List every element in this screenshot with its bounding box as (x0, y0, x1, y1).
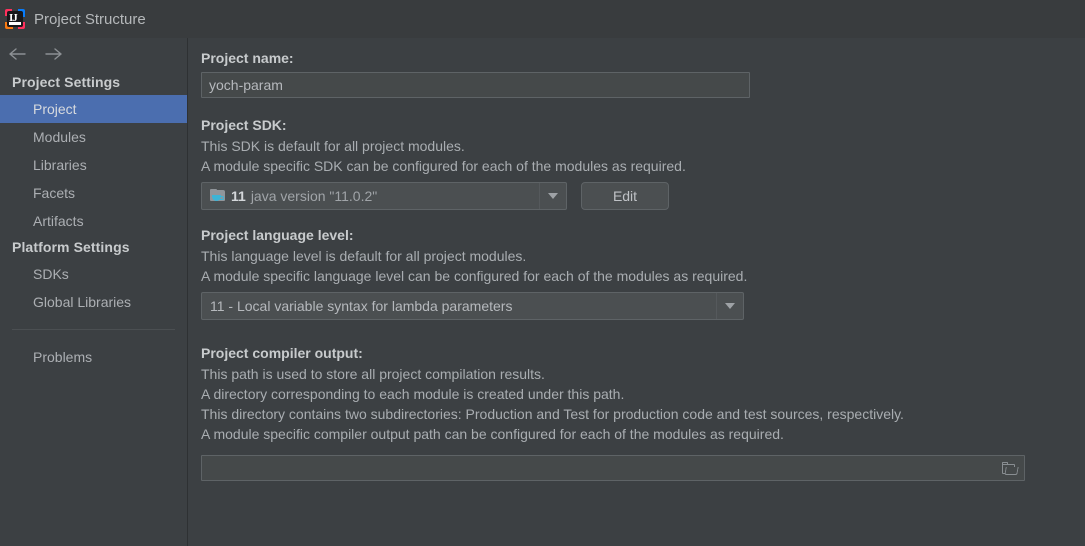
language-level-description-line-2: A module specific language level can be … (201, 268, 748, 284)
sidebar-item-problems[interactable]: Problems (0, 343, 187, 371)
project-sdk-description-line-1: This SDK is default for all project modu… (201, 138, 465, 154)
sidebar-item-modules[interactable]: Modules (0, 123, 187, 151)
compiler-output-description-line-4: A module specific compiler output path c… (201, 426, 784, 442)
compiler-output-path-input[interactable] (201, 455, 1025, 481)
compiler-output-description-line-2: A directory corresponding to each module… (201, 386, 625, 402)
sidebar-item-project[interactable]: Project (0, 95, 187, 123)
sidebar-divider (12, 329, 175, 330)
sidebar-item-facets[interactable]: Facets (0, 179, 187, 207)
chevron-down-icon[interactable] (716, 293, 743, 319)
project-settings-panel: Project name: yoch-param Project SDK: Th… (189, 38, 1085, 546)
java-sdk-folder-icon (210, 189, 226, 203)
intellij-idea-icon: IJ (5, 9, 25, 29)
folder-open-icon[interactable] (1002, 461, 1019, 475)
window-title: Project Structure (34, 10, 146, 28)
project-name-input[interactable]: yoch-param (201, 72, 750, 98)
chevron-down-icon[interactable] (539, 183, 566, 209)
project-sdk-version: 11 (231, 188, 246, 204)
sidebar-item-artifacts[interactable]: Artifacts (0, 207, 187, 235)
arrow-left-icon[interactable] (8, 44, 28, 64)
project-compiler-output-label: Project compiler output: (201, 345, 363, 361)
language-level-description-line-1: This language level is default for all p… (201, 248, 527, 264)
project-language-level-label: Project language level: (201, 227, 354, 243)
project-language-level-dropdown[interactable]: 11 - Local variable syntax for lambda pa… (201, 292, 744, 320)
sidebar-item-global-libraries[interactable]: Global Libraries (0, 288, 187, 316)
sidebar-group-title-platform-settings: Platform Settings (12, 239, 130, 255)
arrow-right-icon[interactable] (44, 44, 64, 64)
edit-sdk-button[interactable]: Edit (581, 182, 669, 210)
compiler-output-description-line-1: This path is used to store all project c… (201, 366, 545, 382)
project-sdk-label: Project SDK: (201, 117, 287, 133)
project-sdk-version-description: java version "11.0.2" (250, 188, 378, 204)
sidebar-group-title-project-settings: Project Settings (12, 74, 121, 90)
sidebar-item-libraries[interactable]: Libraries (0, 151, 187, 179)
navigation-arrows (0, 38, 187, 70)
window-titlebar: IJ Project Structure (0, 0, 1085, 38)
project-language-level-value: 11 - Local variable syntax for lambda pa… (210, 298, 513, 314)
settings-sidebar: Project Settings Project Modules Librari… (0, 38, 188, 546)
compiler-output-description-line-3: This directory contains two subdirectori… (201, 406, 904, 422)
project-sdk-description-line-2: A module specific SDK can be configured … (201, 158, 686, 174)
sidebar-item-sdks[interactable]: SDKs (0, 260, 187, 288)
project-sdk-dropdown[interactable]: 11 java version "11.0.2" (201, 182, 567, 210)
project-name-label: Project name: (201, 50, 294, 66)
